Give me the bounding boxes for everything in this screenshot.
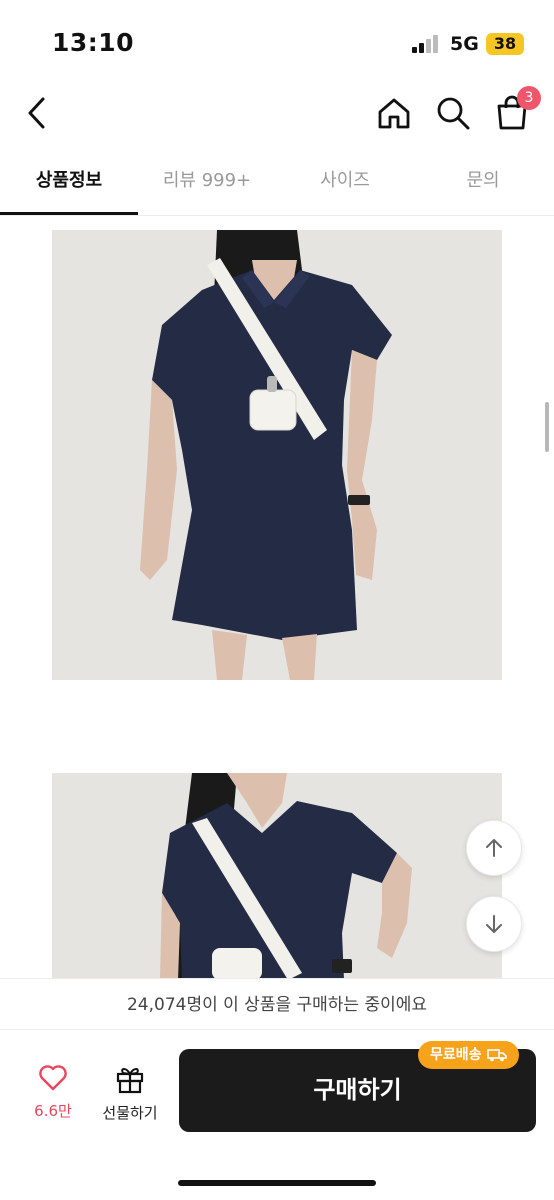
- network-label: 5G: [450, 33, 479, 55]
- tab-reviews[interactable]: 리뷰 999+: [138, 158, 276, 216]
- product-image[interactable]: [52, 773, 502, 980]
- tab-product-info[interactable]: 상품정보: [0, 158, 138, 216]
- search-icon: [437, 97, 470, 130]
- arrow-up-icon: [486, 839, 502, 857]
- search-button[interactable]: [430, 90, 476, 136]
- arrow-down-icon: [486, 915, 502, 933]
- scrollbar[interactable]: [545, 402, 549, 452]
- status-bar: 13:10 5G 38: [0, 0, 554, 80]
- tab-size[interactable]: 사이즈: [276, 158, 414, 216]
- status-time: 13:10: [52, 28, 135, 57]
- gift-label: 선물하기: [102, 1104, 158, 1122]
- dress-photo-illustration: [52, 230, 502, 680]
- signal-icon: [412, 35, 442, 53]
- scroll-top-button[interactable]: [466, 820, 522, 876]
- gift-button[interactable]: 선물하기: [96, 1064, 164, 1124]
- like-count: 6.6만: [34, 1102, 72, 1120]
- dress-photo-illustration: [52, 773, 502, 980]
- scroll-bottom-button[interactable]: [466, 896, 522, 952]
- cart-count-badge: 3: [517, 86, 541, 110]
- purchasing-now-banner: 24,074명이 이 상품을 구매하는 중이에요: [0, 978, 554, 1030]
- product-tabs: 상품정보 리뷰 999+ 사이즈 문의: [0, 158, 554, 216]
- nav-bar: [0, 80, 554, 150]
- like-button[interactable]: 6.6만: [24, 1064, 82, 1124]
- home-icon: [378, 98, 410, 129]
- back-button[interactable]: [14, 90, 60, 136]
- heart-icon: [39, 1065, 67, 1091]
- home-button[interactable]: [371, 90, 417, 136]
- home-indicator: [178, 1180, 376, 1186]
- tab-inquiry[interactable]: 문의: [414, 158, 552, 216]
- back-icon: [28, 97, 45, 129]
- product-image[interactable]: [52, 230, 502, 680]
- free-shipping-label: 무료배송: [430, 1047, 482, 1063]
- truck-icon: [486, 1049, 507, 1062]
- tab-divider: [0, 215, 554, 216]
- battery-indicator: 38: [486, 33, 524, 55]
- free-shipping-badge: 무료배송: [418, 1041, 519, 1069]
- gift-icon: [116, 1068, 144, 1094]
